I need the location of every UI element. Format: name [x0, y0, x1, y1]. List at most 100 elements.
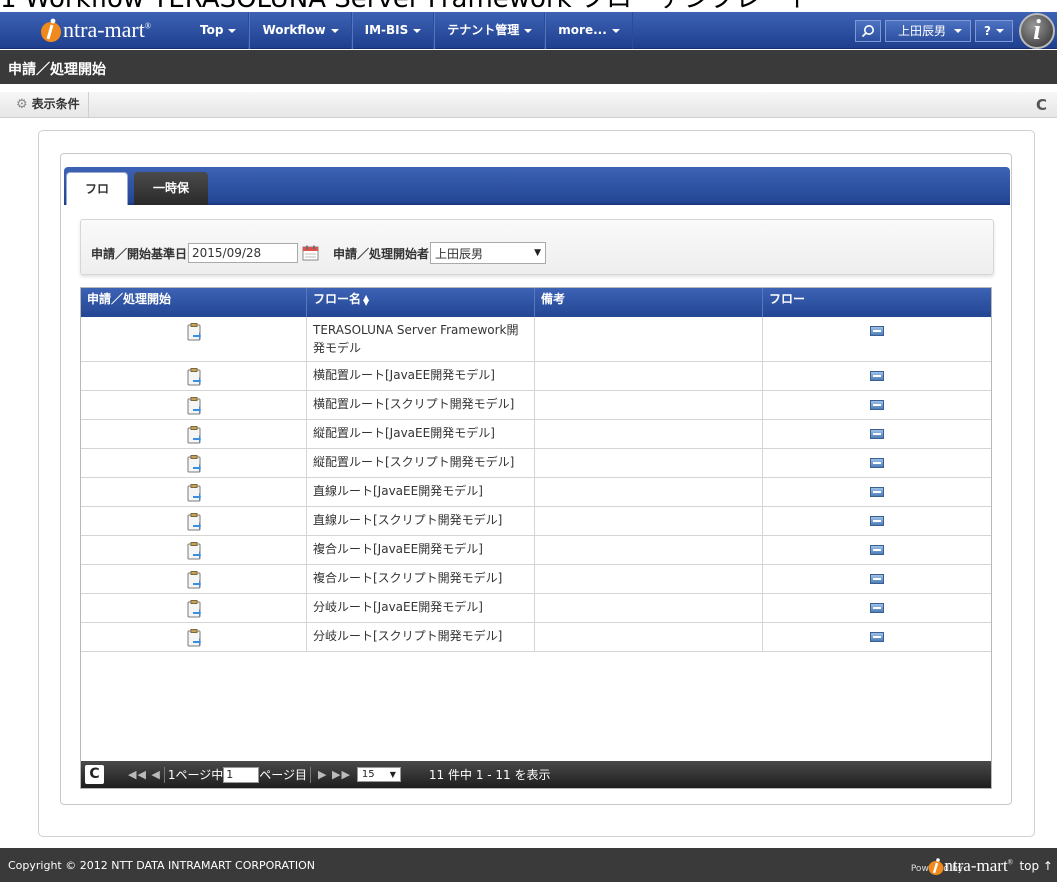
caret-down-icon: [524, 28, 533, 33]
back-to-top-link[interactable]: top ↑: [1019, 859, 1053, 873]
navbar-right: 上田辰男 ? i: [855, 12, 1057, 49]
display-condition-label: 表示条件: [31, 97, 80, 111]
flow-view-icon[interactable]: [870, 574, 884, 584]
user-menu-button[interactable]: 上田辰男: [885, 19, 972, 42]
clipboard-icon[interactable]: [187, 426, 201, 444]
caret-down-icon: [228, 28, 237, 33]
flow-view-icon[interactable]: [870, 326, 884, 336]
logo-i-icon: [928, 858, 944, 875]
page-size-select[interactable]: 15 ▼: [356, 767, 401, 782]
clipboard-icon[interactable]: [187, 571, 201, 589]
reload-icon[interactable]: C: [1036, 96, 1047, 114]
base-date-input[interactable]: 2015/09/28: [188, 243, 299, 263]
clipboard-icon[interactable]: [187, 600, 201, 618]
menu-more[interactable]: more...: [545, 12, 633, 49]
flow-cell: [763, 507, 991, 535]
page-number-input[interactable]: 1: [223, 766, 260, 783]
clipboard-icon[interactable]: [187, 397, 201, 415]
pager-info: 11 件中 1 - 11 を表示: [428, 768, 551, 782]
note-cell: [535, 507, 763, 535]
next-last-page-icon[interactable]: ▶ ▶▶: [318, 768, 351, 781]
clipboard-icon[interactable]: [187, 455, 201, 473]
page-root: 1 Workflow TERASOLUNA Server Framework フ…: [0, 0, 1057, 888]
flow-name-cell: 複合ルート[スクリプト開発モデル]: [307, 565, 535, 593]
clipboard-icon[interactable]: [187, 629, 201, 647]
flow-name-cell: 直線ルート[スクリプト開発モデル]: [307, 507, 535, 535]
main-menu: Top Workflow IM-BIS テナント管理 more...: [188, 12, 633, 49]
table-row: 直線ルート[スクリプト開発モデル]: [81, 507, 991, 536]
top-navbar: ntra-mart® Top Workflow IM-BIS テナント管理 mo…: [0, 12, 1057, 49]
dropdown-arrow-icon: ▼: [389, 770, 396, 779]
flow-cell: [763, 478, 991, 506]
tab-temporary-save[interactable]: 一時保存: [134, 172, 208, 228]
tab-flow[interactable]: フロー: [66, 172, 128, 229]
flow-name-cell: 直線ルート[JavaEE開発モデル]: [307, 478, 535, 506]
flow-view-icon[interactable]: [870, 603, 884, 613]
menu-workflow[interactable]: Workflow: [249, 12, 352, 49]
flow-view-icon[interactable]: [870, 516, 884, 526]
calendar-icon[interactable]: [302, 245, 319, 261]
display-condition-button[interactable]: ⚙ 表示条件: [16, 92, 89, 117]
table-row: TERASOLUNA Server Framework開発モデル: [81, 317, 991, 362]
clipboard-icon[interactable]: [187, 513, 201, 531]
first-prev-page-icon[interactable]: ◀◀ ◀: [128, 768, 161, 781]
page-title: 申請／処理開始: [0, 50, 1057, 84]
help-menu-button[interactable]: ?: [975, 19, 1013, 42]
date-label: 申請／開始基準日: [91, 246, 188, 261]
flow-name-cell: 分岐ルート[JavaEE開発モデル]: [307, 594, 535, 622]
pager-separator: [310, 766, 312, 783]
start-cell: [81, 507, 307, 535]
pager-reload-button[interactable]: C: [85, 765, 104, 784]
table-row: 複合ルート[JavaEE開発モデル]: [81, 536, 991, 565]
column-header-flow-name[interactable]: フロー名 ▲ ▼: [307, 288, 535, 317]
menu-tenant[interactable]: テナント管理: [434, 12, 546, 49]
flow-name-cell: 分岐ルート[スクリプト開発モデル]: [307, 623, 535, 651]
logo-i-icon: [40, 17, 62, 43]
start-cell: [81, 594, 307, 622]
search-button[interactable]: [855, 19, 882, 42]
caret-down-icon: [413, 28, 422, 33]
note-cell: [535, 420, 763, 448]
intra-mart-logo[interactable]: ntra-mart®: [40, 17, 151, 43]
search-icon: [861, 24, 875, 37]
menu-im-bis[interactable]: IM-BIS: [351, 12, 435, 49]
caret-down-icon: [996, 29, 1004, 33]
start-cell: [81, 362, 307, 390]
flow-cell: [763, 362, 991, 390]
flow-cell: [763, 536, 991, 564]
table-row: 直線ルート[JavaEE開発モデル]: [81, 478, 991, 507]
clipboard-icon[interactable]: [187, 323, 201, 341]
flow-view-icon[interactable]: [870, 632, 884, 642]
starter-select[interactable]: 上田辰男 ▼: [430, 242, 547, 264]
column-header-flow: フロー: [769, 292, 806, 306]
flow-cell: [763, 391, 991, 419]
start-cell: [81, 478, 307, 506]
clipboard-icon[interactable]: [187, 368, 201, 386]
flow-cell: [763, 449, 991, 477]
start-cell: [81, 317, 307, 361]
info-badge-icon[interactable]: i: [1019, 12, 1055, 49]
flow-view-icon[interactable]: [870, 487, 884, 497]
flow-view-icon[interactable]: [870, 400, 884, 410]
clipboard-icon[interactable]: [187, 542, 201, 560]
note-cell: [535, 391, 763, 419]
table-header: 申請／処理開始 フロー名 ▲ ▼ 備考 フロー: [81, 288, 991, 317]
flow-cell: [763, 565, 991, 593]
start-cell: [81, 565, 307, 593]
table-row: 分岐ルート[スクリプト開発モデル]: [81, 623, 991, 652]
flow-view-icon[interactable]: [870, 545, 884, 555]
note-cell: [535, 565, 763, 593]
copyright-text: Copyright © 2012 NTT DATA INTRAMART CORP…: [8, 859, 316, 872]
flow-view-icon[interactable]: [870, 458, 884, 468]
column-header-start: 申請／処理開始: [81, 288, 307, 317]
menu-top[interactable]: Top: [188, 12, 250, 49]
flow-view-icon[interactable]: [870, 429, 884, 439]
dropdown-arrow-icon: ▼: [534, 248, 542, 258]
clipboard-icon[interactable]: [187, 484, 201, 502]
flow-view-icon[interactable]: [870, 371, 884, 381]
flow-cell: [763, 317, 991, 361]
column-header-note: 備考: [535, 288, 763, 317]
start-cell: [81, 420, 307, 448]
table-body: TERASOLUNA Server Framework開発モデル 横配置ルート[J…: [81, 317, 991, 652]
note-cell: [535, 449, 763, 477]
